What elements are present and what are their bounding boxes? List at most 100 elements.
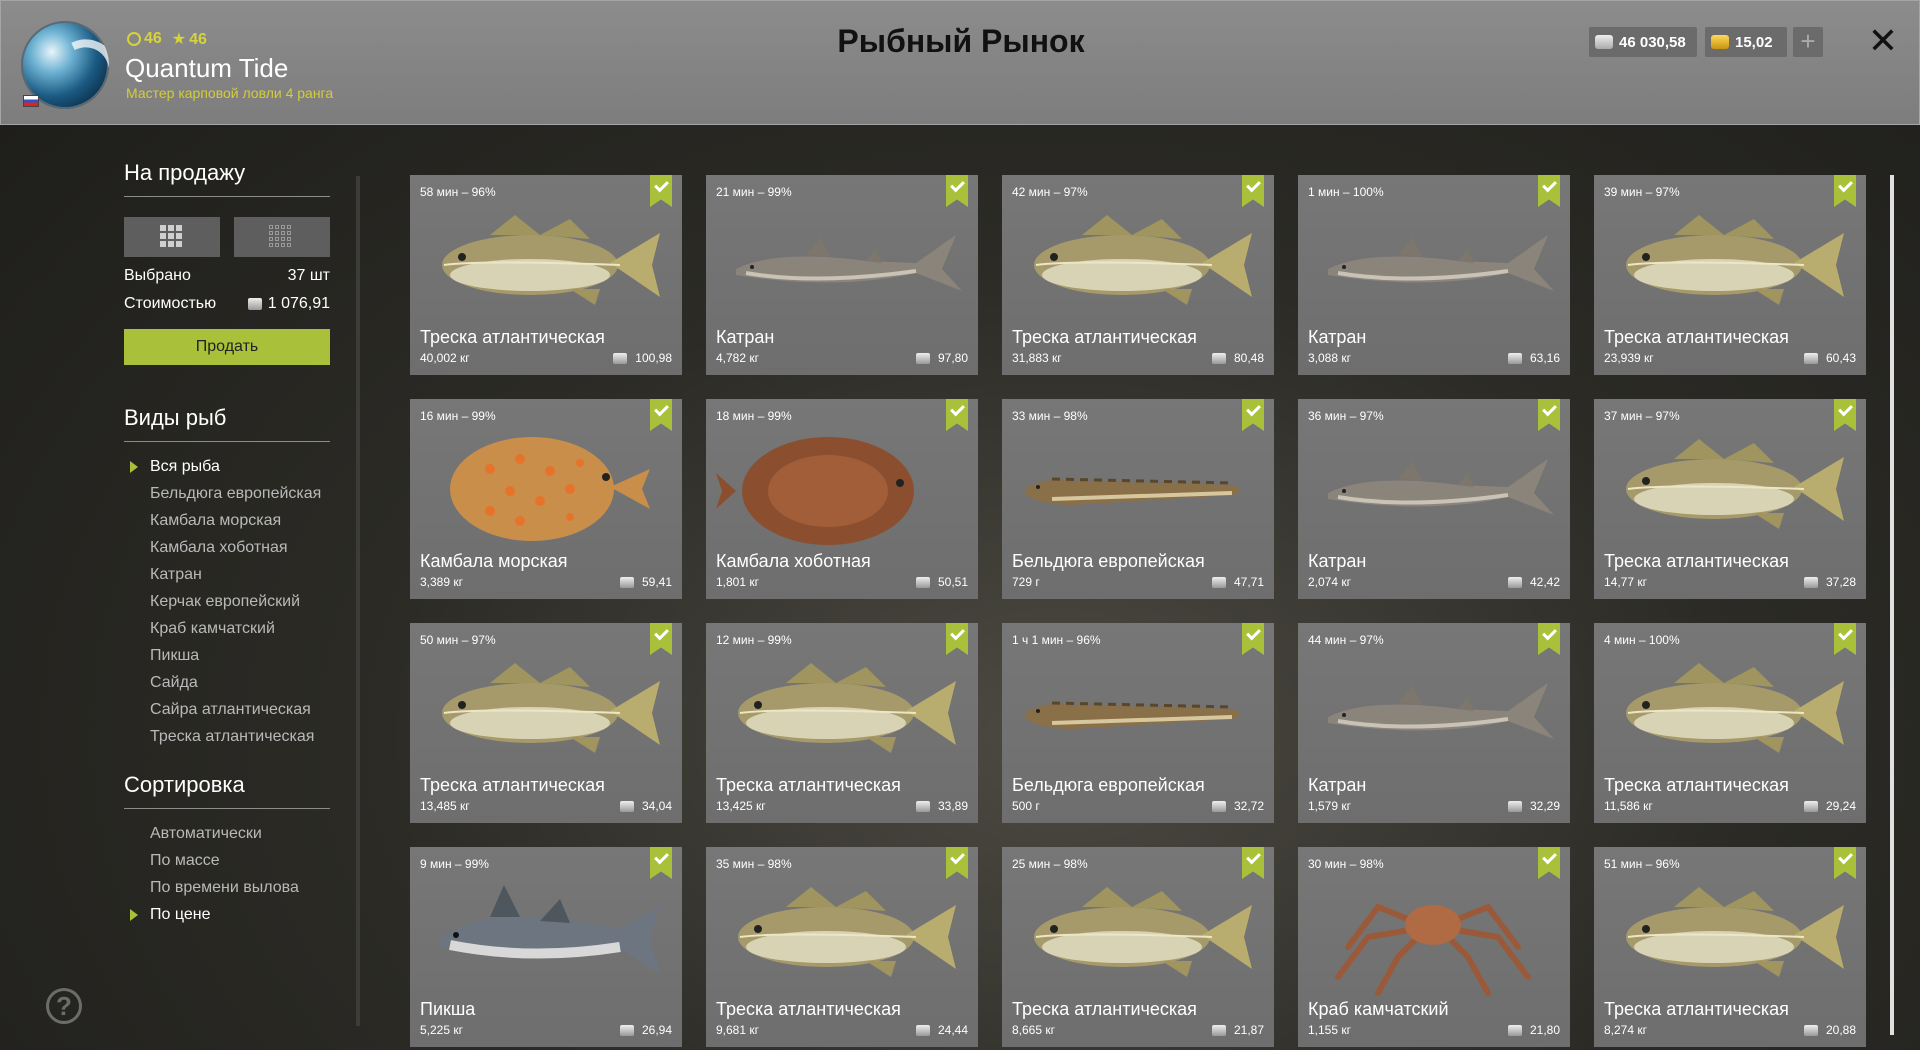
- fish-image: [736, 235, 962, 291]
- species-filter-item[interactable]: Пикша: [150, 647, 330, 665]
- fish-card[interactable]: 25 мин – 98% Треска атлантическая 8,665 …: [1002, 847, 1274, 1047]
- fish-weight: 1,801 кг: [716, 575, 759, 589]
- fish-image: [1034, 887, 1252, 977]
- fish-card[interactable]: 1 ч 1 мин – 96% Бельдюга европейская 500…: [1002, 623, 1274, 823]
- fish-price: 60,43: [1803, 351, 1856, 365]
- species-filter-item[interactable]: Камбала хоботная: [150, 539, 330, 557]
- fish-price: 97,80: [915, 351, 968, 365]
- fish-image: [738, 663, 956, 753]
- sort-option[interactable]: По массе: [150, 852, 330, 870]
- species-filter-item[interactable]: Сайра атлантическая: [150, 701, 330, 719]
- silver-coin-icon: [619, 577, 634, 589]
- species-section-title: Виды рыб: [124, 405, 330, 442]
- fish-weight: 5,225 кг: [420, 1023, 463, 1037]
- silver-coin-icon: [1595, 35, 1613, 49]
- silver-coin-icon: [1803, 577, 1818, 589]
- fish-name: Краб камчатский: [1308, 999, 1449, 1019]
- selected-checkmark-icon[interactable]: [1834, 847, 1856, 879]
- selected-checkmark-icon[interactable]: [1242, 847, 1264, 879]
- fish-weight: 9,681 кг: [716, 1023, 759, 1037]
- selected-checkmark-icon[interactable]: [650, 847, 672, 879]
- selected-checkmark-icon[interactable]: [650, 623, 672, 655]
- silver-coin-icon: [619, 1025, 634, 1037]
- close-button[interactable]: ✕: [1865, 23, 1901, 59]
- catch-time: 42 мин – 97%: [1012, 185, 1088, 199]
- species-filter-item[interactable]: Вся рыба: [130, 458, 330, 476]
- fish-card[interactable]: 30 мин – 98% Краб камчатский 1,155 кг 21…: [1298, 847, 1570, 1047]
- silver-coin-icon: [1507, 1025, 1522, 1037]
- sort-option[interactable]: Автоматически: [150, 825, 330, 843]
- species-filter-item[interactable]: Сайда: [150, 674, 330, 692]
- fish-card[interactable]: 39 мин – 97% Треска атлантическая 23,939…: [1594, 175, 1866, 375]
- fish-image: [1328, 459, 1554, 515]
- species-filter-item[interactable]: Треска атлантическая: [150, 728, 330, 746]
- fish-card[interactable]: 44 мин – 97% Катран 1,579 кг 32,29: [1298, 623, 1570, 823]
- fish-card[interactable]: 58 мин – 96% Треска атлантическая 40,002…: [410, 175, 682, 375]
- selected-checkmark-icon[interactable]: [946, 623, 968, 655]
- large-grid-view-button[interactable]: [124, 217, 220, 257]
- selected-checkmark-icon[interactable]: [1834, 623, 1856, 655]
- fish-name: Катран: [1308, 551, 1367, 571]
- species-filter-item[interactable]: Керчак европейский: [150, 593, 330, 611]
- selected-checkmark-icon[interactable]: [1538, 847, 1560, 879]
- silver-coin-icon: [613, 353, 628, 365]
- fish-card[interactable]: 42 мин – 97% Треска атлантическая 31,883…: [1002, 175, 1274, 375]
- silver-coin-icon: [1507, 353, 1522, 365]
- silver-coin-icon: [915, 801, 930, 813]
- help-button[interactable]: ?: [46, 988, 82, 1024]
- fish-card[interactable]: 16 мин – 99% Камбала морская 3,389 кг 59…: [410, 399, 682, 599]
- catch-time: 35 мин – 98%: [716, 857, 792, 871]
- fish-card[interactable]: 33 мин – 98% Бельдюга европейская 729 г …: [1002, 399, 1274, 599]
- fish-card[interactable]: 51 мин – 96% Треска атлантическая 8,274 …: [1594, 847, 1866, 1047]
- selected-checkmark-icon[interactable]: [1538, 175, 1560, 207]
- sell-button[interactable]: Продать: [124, 329, 330, 365]
- species-filter-item[interactable]: Краб камчатский: [150, 620, 330, 638]
- catch-time: 51 мин – 96%: [1604, 857, 1680, 871]
- add-gold-button[interactable]: +: [1793, 27, 1823, 57]
- fish-card[interactable]: 4 мин – 100% Треска атлантическая 11,586…: [1594, 623, 1866, 823]
- sort-option[interactable]: По цене: [130, 906, 330, 924]
- selected-checkmark-icon[interactable]: [1242, 623, 1264, 655]
- fish-price: 59,41: [619, 575, 672, 589]
- fish-price: 34,04: [619, 799, 672, 813]
- fish-card[interactable]: 21 мин – 99% Катран 4,782 кг 97,80: [706, 175, 978, 375]
- small-grid-view-button[interactable]: [234, 217, 330, 257]
- selected-checkmark-icon[interactable]: [946, 399, 968, 431]
- silver-coin-icon: [1803, 801, 1818, 813]
- silver-coin-icon: [247, 297, 262, 310]
- selected-checkmark-icon[interactable]: [1834, 399, 1856, 431]
- selected-checkmark-icon[interactable]: [650, 399, 672, 431]
- fish-card[interactable]: 50 мин – 97% Треска атлантическая 13,485…: [410, 623, 682, 823]
- fish-card[interactable]: 1 мин – 100% Катран 3,088 кг 63,16: [1298, 175, 1570, 375]
- selected-checkmark-icon[interactable]: [946, 847, 968, 879]
- scrollbar-thumb[interactable]: [1890, 175, 1894, 1035]
- selected-checkmark-icon[interactable]: [946, 175, 968, 207]
- species-filter-item[interactable]: Катран: [150, 566, 330, 584]
- selected-checkmark-icon[interactable]: [1242, 175, 1264, 207]
- fish-name: Треска атлантическая: [1604, 551, 1789, 571]
- catch-time: 30 мин – 98%: [1308, 857, 1384, 871]
- fish-card[interactable]: 37 мин – 97% Треска атлантическая 14,77 …: [1594, 399, 1866, 599]
- fish-price: 20,88: [1803, 1023, 1856, 1037]
- fish-image: [1328, 683, 1554, 739]
- fish-grid: 58 мин – 96% Треска атлантическая 40,002…: [410, 175, 1866, 1047]
- sort-options-list: Автоматически По массе По времени вылова По…: [124, 825, 330, 924]
- fish-card[interactable]: 35 мин – 98% Треска атлантическая 9,681 …: [706, 847, 978, 1047]
- silver-coin-icon: [1211, 353, 1226, 365]
- fish-card[interactable]: 9 мин – 99% Пикша 5,225 кг 26,94: [410, 847, 682, 1047]
- species-filter-item[interactable]: Камбала морская: [150, 512, 330, 530]
- fish-card[interactable]: 12 мин – 99% Треска атлантическая 13,425…: [706, 623, 978, 823]
- selected-checkmark-icon[interactable]: [1538, 623, 1560, 655]
- fish-card[interactable]: 36 мин – 97% Катран 2,074 кг 42,42: [1298, 399, 1570, 599]
- selected-checkmark-icon[interactable]: [650, 175, 672, 207]
- sort-option[interactable]: По времени вылова: [150, 879, 330, 897]
- fish-name: Треска атлантическая: [1012, 999, 1197, 1019]
- species-filter-item[interactable]: Бельдюга европейская: [150, 485, 330, 503]
- fish-price: 32,29: [1507, 799, 1560, 813]
- silver-coin-icon: [1211, 801, 1226, 813]
- selected-checkmark-icon[interactable]: [1538, 399, 1560, 431]
- selected-checkmark-icon[interactable]: [1242, 399, 1264, 431]
- silver-coin-icon: [1803, 353, 1818, 365]
- selected-checkmark-icon[interactable]: [1834, 175, 1856, 207]
- fish-card[interactable]: 18 мин – 99% Камбала хоботная 1,801 кг 5…: [706, 399, 978, 599]
